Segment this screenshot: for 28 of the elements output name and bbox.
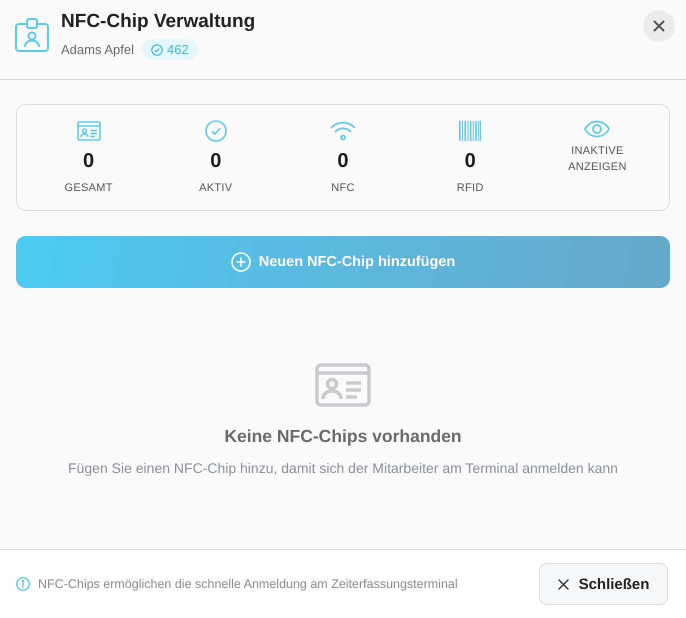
stat-label: RFID	[456, 181, 484, 195]
stat-value: 0	[337, 149, 349, 173]
check-circle-icon	[204, 120, 227, 142]
id-badge-icon	[15, 18, 49, 52]
stat-value: 0	[464, 149, 476, 173]
dialog-title: NFC-Chip Verwaltung	[61, 10, 256, 34]
close-icon	[653, 20, 665, 32]
stat-label: GESAMT	[64, 181, 113, 195]
empty-state-message: Fügen Sie einen NFC-Chip hinzu, damit sich der Mitarbeiter am Terminal anmelden kann	[68, 460, 618, 476]
footer-info-text: NFC-Chips ermöglichen die schnelle Anmeldung am Zeiterfassungsterminal	[38, 577, 459, 591]
close-button[interactable]	[643, 10, 675, 42]
stat-label: AKTIV	[199, 181, 232, 195]
wifi-icon	[330, 121, 356, 141]
stat-label: NFC	[331, 181, 355, 195]
empty-state-title: Keine NFC-Chips vorhanden	[224, 426, 462, 447]
stat-value: 0	[210, 149, 222, 173]
check-circle-icon	[151, 44, 163, 56]
close-button[interactable]: Schließen	[539, 563, 668, 605]
employee-name: Adams Apfel	[61, 42, 134, 57]
id-card-icon	[76, 121, 101, 141]
badge-number: 462	[167, 42, 189, 57]
close-icon	[558, 578, 569, 590]
barcode-icon	[459, 121, 482, 141]
eye-icon	[584, 120, 610, 138]
stat-value: 0	[83, 149, 94, 173]
info-icon	[16, 577, 30, 591]
id-card-icon	[315, 363, 371, 407]
plus-circle-icon	[230, 252, 251, 272]
